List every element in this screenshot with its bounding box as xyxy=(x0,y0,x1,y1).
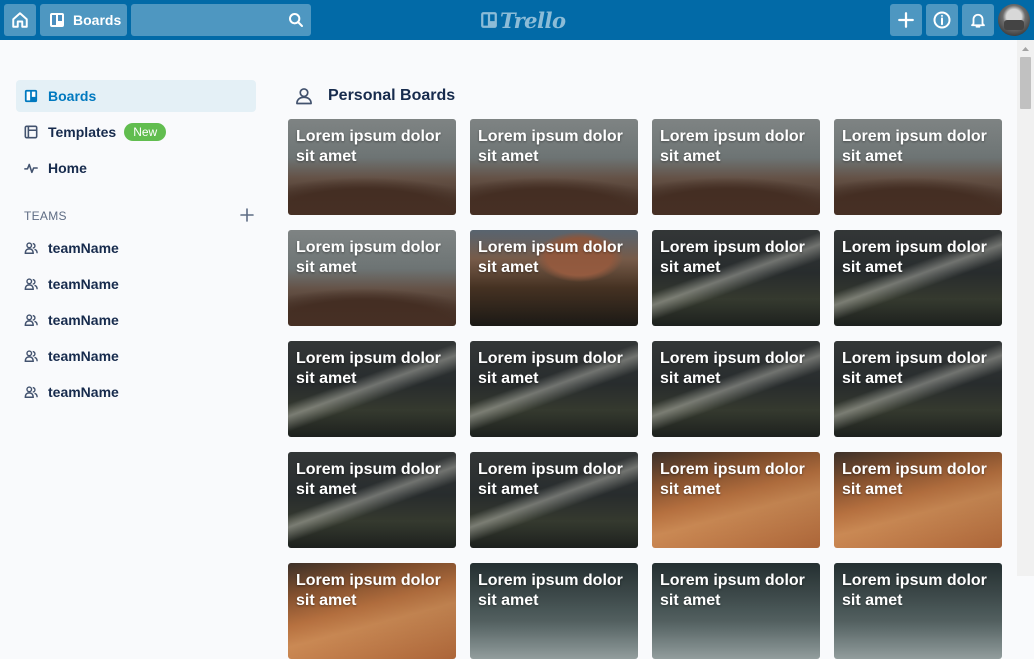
bell-icon xyxy=(971,13,985,28)
board-tile[interactable]: Lorem ipsum dolor sit amet xyxy=(470,230,638,326)
add-team-button[interactable] xyxy=(240,206,254,226)
boards-button-label: Boards xyxy=(73,12,122,28)
team-name: teamName xyxy=(48,312,119,328)
board-title: Lorem ipsum dolor sit amet xyxy=(478,239,623,276)
board-tile[interactable]: Lorem ipsum dolor sit amet xyxy=(288,341,456,437)
team-name: teamName xyxy=(48,348,119,364)
template-icon xyxy=(24,125,38,139)
board-tile[interactable]: Lorem ipsum dolor sit amet xyxy=(652,452,820,548)
board-tile[interactable]: Lorem ipsum dolor sit amet xyxy=(834,119,1002,215)
team-icon xyxy=(24,385,38,399)
board-title: Lorem ipsum dolor sit amet xyxy=(842,128,987,165)
sidebar-item-boards[interactable]: Boards xyxy=(16,80,256,112)
sidebar-team-item[interactable]: teamName xyxy=(16,232,256,264)
top-header: Boards Trello xyxy=(0,0,1034,40)
board-title: Lorem ipsum dolor sit amet xyxy=(842,461,987,498)
board-tile[interactable]: Lorem ipsum dolor sit amet xyxy=(470,341,638,437)
sidebar-team-item[interactable]: teamName xyxy=(16,268,256,300)
board-icon xyxy=(24,89,38,103)
scroll-thumb[interactable] xyxy=(1020,57,1031,109)
board-tile[interactable]: Lorem ipsum dolor sit amet xyxy=(652,230,820,326)
search-input[interactable] xyxy=(131,4,311,36)
sidebar-team-item[interactable]: teamName xyxy=(16,376,256,408)
board-tile[interactable]: Lorem ipsum dolor sit amet xyxy=(470,452,638,548)
team-icon xyxy=(24,277,38,291)
board-title: Lorem ipsum dolor sit amet xyxy=(660,128,805,165)
board-tile[interactable]: Lorem ipsum dolor sit amet xyxy=(288,563,456,659)
board-tile[interactable]: Lorem ipsum dolor sit amet xyxy=(834,452,1002,548)
team-icon xyxy=(24,313,38,327)
board-icon xyxy=(50,13,64,27)
board-tile[interactable]: Lorem ipsum dolor sit amet xyxy=(470,119,638,215)
board-tile[interactable]: Lorem ipsum dolor sit amet xyxy=(652,341,820,437)
trello-logo-icon xyxy=(481,12,497,28)
board-title: Lorem ipsum dolor sit amet xyxy=(842,350,987,387)
board-grid: Lorem ipsum dolor sit amet Lorem ipsum do… xyxy=(288,119,1002,659)
trello-logo[interactable]: Trello xyxy=(480,6,566,34)
plus-icon xyxy=(240,208,254,222)
board-tile[interactable]: Lorem ipsum dolor sit amet xyxy=(652,119,820,215)
board-title: Lorem ipsum dolor sit amet xyxy=(660,461,805,498)
board-tile[interactable]: Lorem ipsum dolor sit amet xyxy=(470,563,638,659)
user-icon xyxy=(296,88,312,105)
board-title: Lorem ipsum dolor sit amet xyxy=(842,572,987,609)
plus-icon xyxy=(898,12,914,28)
board-title: Lorem ipsum dolor sit amet xyxy=(296,239,441,276)
scroll-up-arrow[interactable] xyxy=(1017,40,1034,57)
sidebar-item-label: Templates xyxy=(48,124,117,140)
logo-text: Trello xyxy=(500,7,566,33)
teams-header: TEAMS xyxy=(16,200,256,232)
create-button[interactable] xyxy=(890,4,922,36)
teams-title: TEAMS xyxy=(24,209,67,223)
main-content: Personal Boards Lorem ipsum dolor sit am… xyxy=(288,80,1008,659)
team-name: teamName xyxy=(48,384,119,400)
search-box xyxy=(131,4,311,36)
board-tile[interactable]: Lorem ipsum dolor sit amet xyxy=(834,230,1002,326)
home-icon xyxy=(12,12,28,28)
team-icon xyxy=(24,349,38,363)
home-button[interactable] xyxy=(4,4,36,36)
board-title: Lorem ipsum dolor sit amet xyxy=(478,461,623,498)
sidebar: Boards Templates New Home TEAMS teamName… xyxy=(16,80,256,412)
sidebar-item-label: Boards xyxy=(48,88,97,104)
sidebar-team-item[interactable]: teamName xyxy=(16,340,256,372)
sidebar-item-label: Home xyxy=(48,160,87,176)
board-title: Lorem ipsum dolor sit amet xyxy=(660,572,805,609)
board-tile[interactable]: Lorem ipsum dolor sit amet xyxy=(288,119,456,215)
team-name: teamName xyxy=(48,276,119,292)
section-title: Personal Boards xyxy=(328,87,456,104)
team-icon xyxy=(24,241,38,255)
info-icon xyxy=(933,11,951,29)
notifications-button[interactable] xyxy=(962,4,994,36)
board-tile[interactable]: Lorem ipsum dolor sit amet xyxy=(288,230,456,326)
board-title: Lorem ipsum dolor sit amet xyxy=(478,572,623,609)
activity-icon xyxy=(24,161,38,175)
board-title: Lorem ipsum dolor sit amet xyxy=(296,128,441,165)
user-avatar[interactable] xyxy=(998,4,1030,36)
info-button[interactable] xyxy=(926,4,958,36)
team-name: teamName xyxy=(48,240,119,256)
vertical-scrollbar[interactable] xyxy=(1017,40,1034,576)
board-tile[interactable]: Lorem ipsum dolor sit amet xyxy=(834,341,1002,437)
board-title: Lorem ipsum dolor sit amet xyxy=(842,239,987,276)
board-tile[interactable]: Lorem ipsum dolor sit amet xyxy=(834,563,1002,659)
board-title: Lorem ipsum dolor sit amet xyxy=(296,461,441,498)
board-title: Lorem ipsum dolor sit amet xyxy=(660,239,805,276)
board-title: Lorem ipsum dolor sit amet xyxy=(296,350,441,387)
board-title: Lorem ipsum dolor sit amet xyxy=(478,350,623,387)
board-title: Lorem ipsum dolor sit amet xyxy=(660,350,805,387)
board-title: Lorem ipsum dolor sit amet xyxy=(296,572,441,609)
board-title: Lorem ipsum dolor sit amet xyxy=(478,128,623,165)
search-icon[interactable] xyxy=(288,12,304,28)
new-badge: New xyxy=(124,123,167,141)
board-tile[interactable]: Lorem ipsum dolor sit amet xyxy=(288,452,456,548)
sidebar-team-item[interactable]: teamName xyxy=(16,304,256,336)
boards-button[interactable]: Boards xyxy=(40,4,127,36)
board-tile[interactable]: Lorem ipsum dolor sit amet xyxy=(652,563,820,659)
personal-boards-header: Personal Boards xyxy=(288,80,1008,112)
sidebar-item-home[interactable]: Home xyxy=(16,152,256,184)
sidebar-item-templates[interactable]: Templates New xyxy=(16,116,256,148)
